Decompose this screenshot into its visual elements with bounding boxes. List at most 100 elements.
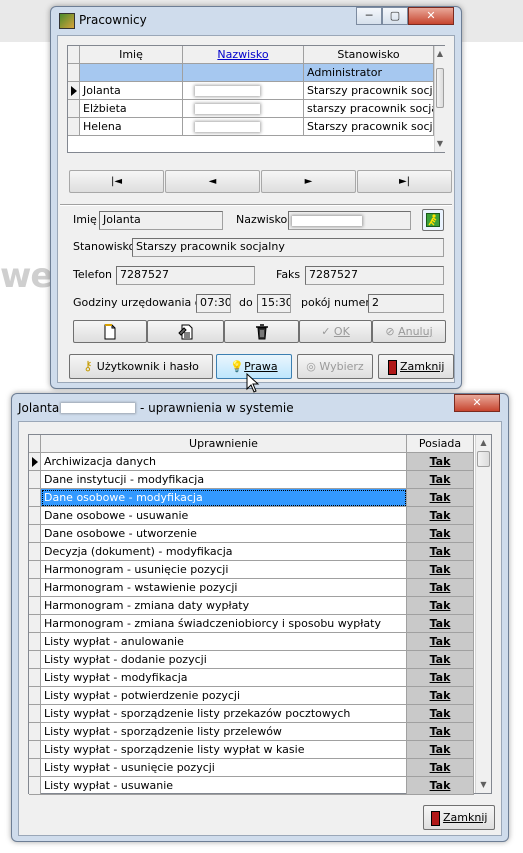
uzytkownik-i-haslo-button[interactable]: ⚷ Użytkownik i hasło <box>69 354 213 379</box>
grid-scrollbar[interactable]: ▲ ▼ <box>434 46 445 152</box>
zamknij-button[interactable]: Zamknij <box>378 354 454 379</box>
permission-value[interactable]: Tak <box>407 615 474 633</box>
new-record-button[interactable] <box>73 320 147 343</box>
minimize-button[interactable]: ─ <box>356 7 382 25</box>
ok-button[interactable]: ✓ OK <box>299 320 372 343</box>
wybierz-button[interactable]: ◎ Wybierz <box>297 354 373 379</box>
permission-value[interactable]: Tak <box>407 507 474 525</box>
permission-name[interactable]: Listy wypłat - sporządzenie listy wypłat… <box>41 741 407 759</box>
scroll-thumb[interactable] <box>436 68 444 108</box>
prawa-label: Prawa <box>244 360 278 373</box>
table-row[interactable]: Helena <box>80 118 183 136</box>
permission-value[interactable]: Tak <box>407 525 474 543</box>
permission-name[interactable]: Dane instytucji - modyfikacja <box>41 471 407 489</box>
permission-name[interactable]: Listy wypłat - dodanie pozycji <box>41 651 407 669</box>
table-row[interactable]: Starszy pracownik socjalny <box>304 82 434 100</box>
permission-name[interactable]: Listy wypłat - usuwanie <box>41 777 407 795</box>
scroll-up-icon[interactable]: ▲ <box>435 46 445 62</box>
column-header-uprawnienie[interactable]: Uprawnienie <box>41 435 407 453</box>
permission-name[interactable]: Dane osobowe - utworzenie <box>41 525 407 543</box>
permission-value[interactable]: Tak <box>407 651 474 669</box>
permission-name[interactable]: Listy wypłat - sporządzenie listy przele… <box>41 723 407 741</box>
redacted-surname <box>195 104 260 114</box>
permission-name[interactable]: Dane osobowe - modyfikacja <box>41 489 407 507</box>
permission-value[interactable]: Tak <box>407 777 474 795</box>
permission-value[interactable]: Tak <box>407 759 474 777</box>
column-header-stanowisko[interactable]: Stanowisko <box>304 46 434 64</box>
permission-value[interactable]: Tak <box>407 453 474 471</box>
scroll-down-icon[interactable]: ▼ <box>435 136 445 152</box>
nav-last-button[interactable]: ►| <box>357 170 452 193</box>
stanowisko-field[interactable]: Starszy pracownik socjalny <box>132 238 444 257</box>
permission-value[interactable]: Tak <box>407 705 474 723</box>
nav-next-button[interactable]: ► <box>261 170 356 193</box>
permission-name[interactable]: Dane osobowe - usuwanie <box>41 507 407 525</box>
permission-name[interactable]: Listy wypłat - usunięcie pozycji <box>41 759 407 777</box>
column-header-imie[interactable]: Imię <box>80 46 183 64</box>
permission-name[interactable]: Decyzja (dokument) - modyfikacja <box>41 543 407 561</box>
employees-grid: Imię Nazwisko Stanowisko Administrator J… <box>67 45 445 153</box>
current-row-arrow-icon <box>71 86 77 96</box>
anuluj-label: Anuluj <box>398 325 433 338</box>
table-row[interactable]: Administrator <box>304 64 434 82</box>
close-button[interactable]: ✕ <box>454 394 500 412</box>
maximize-button[interactable]: ▢ <box>382 7 408 25</box>
delete-record-button[interactable] <box>224 320 299 343</box>
zamknij-button[interactable]: Zamknij <box>423 805 495 830</box>
exit-person-button[interactable] <box>422 209 444 231</box>
permission-value[interactable]: Tak <box>407 579 474 597</box>
godziny-do-field[interactable]: 15:30 <box>257 294 291 313</box>
permission-name[interactable]: Listy wypłat - potwierdzenie pozycji <box>41 687 407 705</box>
nav-prev-button[interactable]: ◄ <box>165 170 260 193</box>
edit-record-button[interactable] <box>147 320 224 343</box>
table-row[interactable] <box>80 64 183 82</box>
scroll-down-icon[interactable]: ▼ <box>476 777 491 793</box>
permission-value[interactable]: Tak <box>407 669 474 687</box>
permission-name[interactable]: Archiwizacja danych <box>41 453 407 471</box>
permission-value[interactable]: Tak <box>407 687 474 705</box>
permission-value[interactable]: Tak <box>407 741 474 759</box>
row-indicator <box>29 525 41 543</box>
permission-value[interactable]: Tak <box>407 723 474 741</box>
column-header-nazwisko[interactable]: Nazwisko <box>183 46 304 64</box>
permission-value[interactable]: Tak <box>407 471 474 489</box>
imie-field[interactable]: Jolanta <box>99 211 223 230</box>
nav-first-button[interactable]: |◄ <box>69 170 164 193</box>
telefon-field[interactable]: 7287527 <box>116 266 255 285</box>
permission-value[interactable]: Tak <box>407 633 474 651</box>
column-header-posiada[interactable]: Posiada <box>407 435 474 453</box>
background-text: we <box>0 256 53 296</box>
scroll-up-icon[interactable]: ▲ <box>476 435 491 451</box>
table-row[interactable]: Elżbieta <box>80 100 183 118</box>
table-row[interactable]: Jolanta <box>80 82 183 100</box>
table-row[interactable]: Starszy pracownik socjalny <box>304 118 434 136</box>
row-indicator <box>29 615 41 633</box>
permission-name[interactable]: Harmonogram - usunięcie pozycji <box>41 561 407 579</box>
permission-name[interactable]: Harmonogram - zmiana świadczeniobiorcy i… <box>41 615 407 633</box>
godziny-od-field[interactable]: 07:30 <box>196 294 231 313</box>
permission-value[interactable]: Tak <box>407 489 474 507</box>
row-indicator <box>29 741 41 759</box>
table-row[interactable]: starszy pracownik socjalny <box>304 100 434 118</box>
form-separator <box>60 204 452 206</box>
permission-value[interactable]: Tak <box>407 597 474 615</box>
close-button[interactable]: ✕ <box>408 7 454 25</box>
redacted-surname <box>61 403 135 413</box>
row-indicator <box>29 651 41 669</box>
permission-value[interactable]: Tak <box>407 561 474 579</box>
permission-value[interactable]: Tak <box>407 543 474 561</box>
permission-name[interactable]: Listy wypłat - anulowanie <box>41 633 407 651</box>
anuluj-button[interactable]: ⊘ Anuluj <box>372 320 446 343</box>
nazwisko-label: Nazwisko <box>236 213 288 226</box>
permission-name[interactable]: Listy wypłat - modyfikacja <box>41 669 407 687</box>
zamknij-label: Zamknij <box>443 811 488 824</box>
permission-name[interactable]: Harmonogram - wstawienie pozycji <box>41 579 407 597</box>
grid-scrollbar[interactable]: ▲ ▼ <box>475 435 491 793</box>
permission-name[interactable]: Listy wypłat - sporządzenie listy przeka… <box>41 705 407 723</box>
stanowisko-label: Stanowisko <box>73 240 136 253</box>
pokoj-field[interactable]: 2 <box>368 294 444 313</box>
permission-name[interactable]: Harmonogram - zmiana daty wypłaty <box>41 597 407 615</box>
scroll-thumb[interactable] <box>477 451 490 467</box>
faks-field[interactable]: 7287527 <box>305 266 444 285</box>
table-row[interactable] <box>183 64 304 82</box>
